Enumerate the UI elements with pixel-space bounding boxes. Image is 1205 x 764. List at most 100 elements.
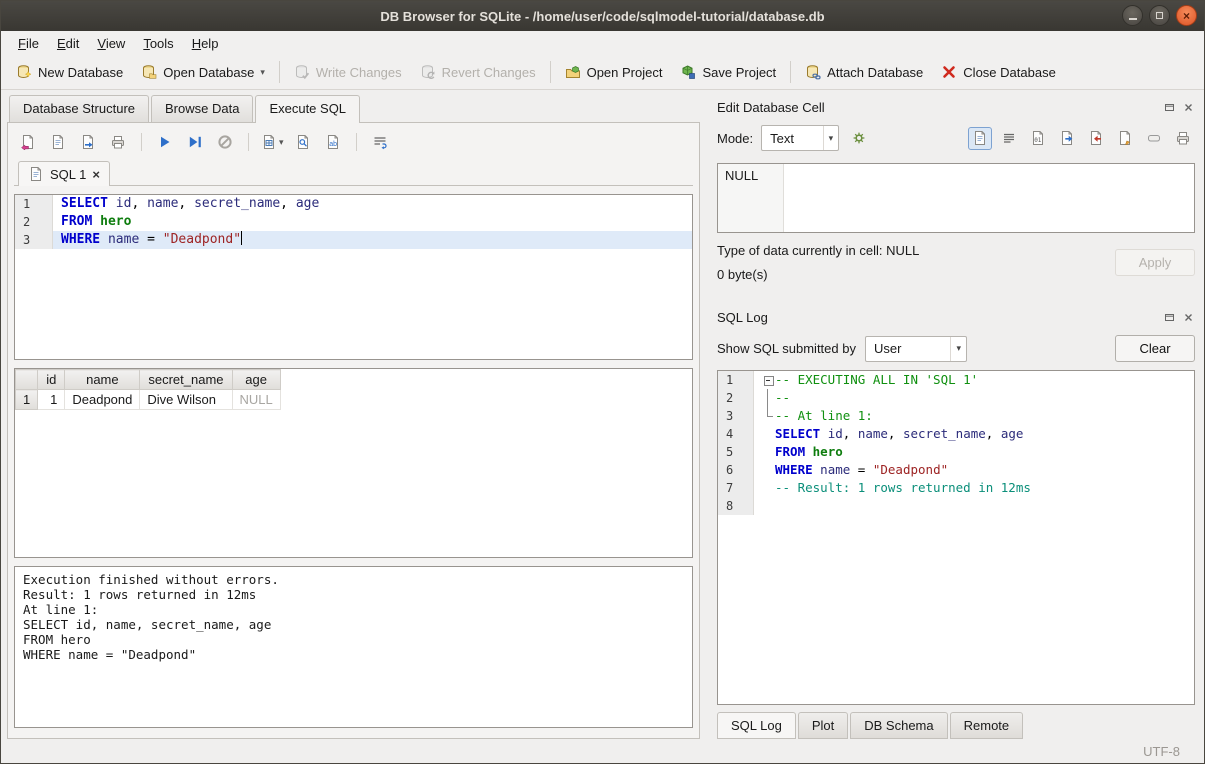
main-toolbar: New Database Open Database ▾ Write Changes R… bbox=[1, 55, 1204, 90]
code-line: 8 bbox=[718, 497, 1194, 515]
row-number[interactable]: 1 bbox=[16, 390, 38, 410]
sql-editor-tab-bar: SQL 1 × bbox=[14, 161, 693, 186]
save-project-button[interactable]: Save Project bbox=[671, 59, 785, 85]
toolbar-button-label: Open Database bbox=[163, 65, 254, 80]
print-cell-button[interactable] bbox=[1171, 127, 1195, 150]
menu-view[interactable]: View bbox=[88, 33, 134, 54]
stop-icon bbox=[217, 134, 233, 150]
revert-changes-button[interactable]: Revert Changes bbox=[411, 59, 545, 85]
open-sql-file-button[interactable] bbox=[16, 131, 40, 154]
new-database-button[interactable]: New Database bbox=[7, 59, 132, 85]
column-header-age[interactable]: age bbox=[232, 370, 280, 390]
tab-execute-sql[interactable]: Execute SQL bbox=[255, 95, 360, 123]
float-panel-icon[interactable] bbox=[1162, 100, 1176, 114]
save-cell-as-button[interactable] bbox=[1113, 127, 1137, 150]
minimize-icon bbox=[1129, 18, 1137, 20]
cell[interactable]: Deadpond bbox=[65, 390, 140, 410]
export-cell-button[interactable] bbox=[1084, 127, 1108, 150]
open-project-button[interactable]: Open Project bbox=[556, 59, 672, 85]
float-panel-icon[interactable] bbox=[1162, 310, 1176, 324]
mode-select[interactable]: Text ▾ bbox=[761, 125, 839, 151]
cell-settings-button[interactable] bbox=[847, 127, 871, 150]
format-sql-icon: ab bbox=[325, 134, 341, 150]
menu-help[interactable]: Help bbox=[183, 33, 228, 54]
sql-tab[interactable]: SQL 1 × bbox=[18, 161, 110, 186]
text-view-button[interactable] bbox=[968, 127, 992, 150]
dock-tab-plot[interactable]: Plot bbox=[798, 712, 848, 739]
cell-value: NULL bbox=[725, 168, 758, 183]
dock-tab-remote[interactable]: Remote bbox=[950, 712, 1024, 739]
word-wrap-button[interactable] bbox=[368, 131, 392, 154]
menu-edit[interactable]: Edit bbox=[48, 33, 88, 54]
cell[interactable]: 1 bbox=[38, 390, 65, 410]
apply-button[interactable]: Apply bbox=[1115, 249, 1195, 276]
revert-changes-icon bbox=[420, 64, 436, 80]
print-cell-icon bbox=[1175, 130, 1191, 146]
wrap-lines-button[interactable] bbox=[997, 127, 1021, 150]
export-cell-icon bbox=[1088, 130, 1104, 146]
execute-current-line-button[interactable] bbox=[183, 131, 207, 154]
binary-view-button[interactable]: 01 bbox=[1026, 127, 1050, 150]
execute-sql-toolbar: ▾ ab bbox=[14, 129, 693, 161]
close-panel-icon[interactable] bbox=[1181, 100, 1195, 114]
code-line[interactable]: 2FROM hero bbox=[15, 213, 692, 231]
import-cell-button[interactable] bbox=[1055, 127, 1079, 150]
close-panel-icon[interactable] bbox=[1181, 310, 1195, 324]
sql-log-view[interactable]: 1-- EXECUTING ALL IN 'SQL 1'2--3-- At li… bbox=[717, 370, 1195, 705]
dock-tab-sql-log[interactable]: SQL Log bbox=[717, 712, 796, 739]
execute-all-button[interactable] bbox=[153, 131, 177, 154]
save-sql-file-button[interactable] bbox=[46, 131, 70, 154]
close-database-icon bbox=[941, 64, 957, 80]
tab-database-structure[interactable]: Database Structure bbox=[9, 95, 149, 122]
export-sql-button[interactable] bbox=[76, 131, 100, 154]
column-header-secret-name[interactable]: secret_name bbox=[140, 370, 232, 390]
save-results-button[interactable]: ▾ bbox=[260, 131, 285, 154]
menu-tools[interactable]: Tools bbox=[134, 33, 182, 54]
toolbar-button-label: Write Changes bbox=[316, 65, 402, 80]
left-panel: Database StructureBrowse DataExecute SQL… bbox=[7, 95, 700, 739]
grid-corner[interactable] bbox=[16, 370, 38, 390]
set-null-button[interactable] bbox=[1142, 127, 1166, 150]
fold-marker[interactable] bbox=[762, 371, 775, 389]
open-database-button[interactable]: Open Database ▾ bbox=[132, 59, 274, 85]
column-header-name[interactable]: name bbox=[65, 370, 140, 390]
text-cursor bbox=[241, 231, 242, 245]
chevron-down-icon[interactable]: ▾ bbox=[279, 137, 284, 148]
find-replace-button[interactable] bbox=[291, 131, 315, 154]
close-tab-icon[interactable]: × bbox=[92, 168, 100, 181]
print-button[interactable] bbox=[106, 131, 130, 154]
format-sql-button[interactable]: ab bbox=[321, 131, 345, 154]
cell-edit-area[interactable] bbox=[784, 164, 1194, 232]
cell-mode-row: Mode: Text ▾ 01 bbox=[717, 125, 1195, 151]
attach-database-button[interactable]: Attach Database bbox=[796, 59, 932, 85]
app-window: DB Browser for SQLite - /home/user/code/… bbox=[0, 0, 1205, 764]
clear-log-button[interactable]: Clear bbox=[1115, 335, 1195, 362]
chevron-down-icon: ▾ bbox=[823, 126, 834, 150]
find-replace-icon bbox=[295, 134, 311, 150]
cell-editor[interactable]: NULL bbox=[717, 163, 1195, 233]
content-area: Database StructureBrowse DataExecute SQL… bbox=[1, 90, 1204, 739]
edit-cell-title: Edit Database Cell bbox=[717, 100, 1157, 115]
sql-editor[interactable]: 1SELECT id, name, secret_name, age2FROM … bbox=[14, 194, 693, 360]
titlebar[interactable]: DB Browser for SQLite - /home/user/code/… bbox=[1, 1, 1204, 31]
code-line[interactable]: 1SELECT id, name, secret_name, age bbox=[15, 195, 692, 213]
column-header-id[interactable]: id bbox=[38, 370, 65, 390]
minimize-button[interactable] bbox=[1122, 5, 1143, 26]
code-line[interactable]: 3WHERE name = "Deadpond" bbox=[15, 231, 692, 249]
toolbar-separator bbox=[141, 133, 142, 151]
maximize-button[interactable] bbox=[1149, 5, 1170, 26]
log-filter-select[interactable]: User ▾ bbox=[865, 336, 967, 362]
cell[interactable]: NULL bbox=[232, 390, 280, 410]
chevron-down-icon[interactable]: ▾ bbox=[260, 67, 265, 78]
menu-file[interactable]: File bbox=[9, 33, 48, 54]
dock-tab-db-schema[interactable]: DB Schema bbox=[850, 712, 947, 739]
write-changes-button[interactable]: Write Changes bbox=[285, 59, 411, 85]
close-window-button[interactable]: × bbox=[1176, 5, 1197, 26]
stop-button[interactable] bbox=[213, 131, 237, 154]
tab-browse-data[interactable]: Browse Data bbox=[151, 95, 253, 122]
close-database-button[interactable]: Close Database bbox=[932, 59, 1065, 85]
new-database-icon bbox=[16, 64, 32, 80]
cell[interactable]: Dive Wilson bbox=[140, 390, 232, 410]
chevron-down-icon: ▾ bbox=[950, 337, 961, 361]
save-sql-file-icon bbox=[50, 134, 66, 150]
